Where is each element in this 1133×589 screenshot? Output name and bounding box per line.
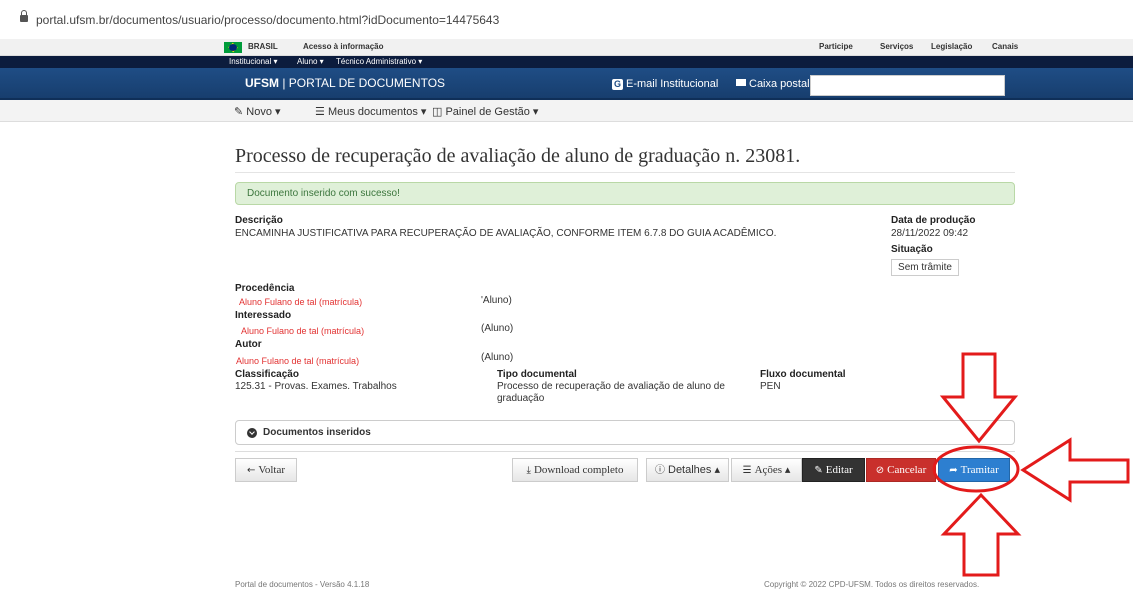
data-producao-value: 28/11/2022 09:42 — [891, 228, 969, 239]
data-producao-label: Data de produção — [891, 215, 976, 226]
panel-label: Documentos inseridos — [263, 427, 371, 438]
classificacao-value: 125.31 - Provas. Exames. Trabalhos — [235, 381, 397, 392]
download-completo-button[interactable]: ⤓ Download completo — [512, 458, 638, 482]
edit-icon: ✎ — [814, 465, 823, 476]
legislacao-link[interactable]: Legislação — [931, 42, 972, 51]
autor-label: Autor — [235, 339, 262, 350]
gov-bar: BRASIL Acesso à informação Participe Ser… — [0, 39, 1133, 56]
situacao-label: Situação — [891, 244, 933, 255]
brasil-link[interactable]: BRASIL — [248, 42, 278, 51]
browser-address-bar[interactable]: portal.ufsm.br/documentos/usuario/proces… — [0, 0, 1133, 30]
interessado-tipo: (Aluno) — [481, 323, 514, 334]
google-icon: G — [612, 79, 623, 90]
descricao-label: Descrição — [235, 215, 283, 226]
acoes-button[interactable]: ☰ Ações ▴ — [731, 458, 802, 482]
actions-divider — [235, 451, 1015, 452]
email-institucional-link[interactable]: G E-mail Institucional — [612, 78, 718, 90]
portal-brand[interactable]: UFSM | PORTAL DE DOCUMENTOS — [245, 76, 445, 90]
canais-link[interactable]: Canais — [992, 42, 1018, 51]
situacao-badge: Sem trâmite — [891, 259, 959, 276]
success-alert: Documento inserido com sucesso! — [235, 182, 1015, 205]
classificacao-label: Classificação — [235, 369, 299, 380]
novo-menu[interactable]: ✎ Novo ▾ — [234, 105, 281, 118]
info-icon: ⓘ — [655, 465, 665, 476]
procedencia-label: Procedência — [235, 283, 295, 294]
list-icon: ☰ — [742, 465, 752, 476]
cancelar-button[interactable]: ⊘ Cancelar — [866, 458, 936, 482]
dashboard-icon: ◫ — [432, 106, 443, 118]
url-text[interactable]: portal.ufsm.br/documentos/usuario/proces… — [36, 13, 499, 27]
portal-header: UFSM | PORTAL DE DOCUMENTOS G E-mail Inst… — [0, 68, 1133, 100]
detalhes-button[interactable]: ⓘ Detalhes ▴ — [646, 458, 729, 482]
caixa-postal-link[interactable]: Caixa postal — [736, 78, 810, 90]
envelope-icon — [736, 79, 746, 86]
download-icon: ⤓ — [526, 465, 531, 476]
left-arrow-annotation — [1020, 437, 1130, 503]
sub-nav: Institucional ▾ Aluno ▾ Técnico Administ… — [0, 56, 1133, 68]
arrow-left-icon: ← — [246, 465, 256, 476]
autor-nome: Aluno Fulano de tal (matrícula) — [236, 356, 360, 366]
editar-button[interactable]: ✎ Editar — [802, 458, 865, 482]
page-title: Processo de recuperação de avaliação de … — [235, 145, 801, 167]
fluxo-documental-label: Fluxo documental — [760, 369, 846, 380]
tramitar-button[interactable]: ➦ Tramitar — [938, 458, 1010, 482]
ban-icon: ⊘ — [875, 465, 885, 476]
interessado-label: Interessado — [235, 310, 292, 321]
procedencia-tipo: 'Aluno) — [481, 295, 512, 306]
brazil-flag-globe — [229, 44, 237, 51]
pencil-icon: ✎ — [234, 106, 244, 118]
tipo-documental-line1: Processo de recuperação de avaliação de … — [497, 381, 725, 392]
footer-copyright: Copyright © 2022 CPD-UFSM. Todos os dire… — [764, 580, 980, 589]
tipo-documental-label: Tipo documental — [497, 369, 577, 380]
footer-version: Portal de documentos - Versão 4.1.18 — [235, 580, 370, 589]
tipo-documental-line2: graduação — [497, 393, 545, 404]
voltar-button[interactable]: ← Voltar — [235, 458, 297, 482]
lock-icon — [20, 10, 28, 22]
interessado-nome: Aluno Fulano de tal (matrícula) — [241, 326, 365, 336]
title-divider — [235, 172, 1015, 173]
list-icon: ☰ — [315, 106, 325, 118]
meus-documentos-menu[interactable]: ☰ Meus documentos ▾ — [315, 105, 426, 118]
documentos-inseridos-panel[interactable]: Documentos inseridos — [235, 420, 1015, 445]
search-input[interactable] — [810, 75, 1005, 96]
procedencia-nome: Aluno Fulano de tal (matrícula) — [239, 297, 363, 307]
share-icon: ➦ — [949, 465, 958, 476]
tecnico-menu[interactable]: Técnico Administrativo ▾ — [336, 57, 422, 66]
autor-tipo: (Aluno) — [481, 352, 514, 363]
painel-gestao-menu[interactable]: ◫ Painel de Gestão ▾ — [432, 105, 538, 118]
acesso-informacao-link[interactable]: Acesso à informação — [303, 42, 383, 51]
fluxo-documental-value: PEN — [760, 381, 781, 392]
descricao-value: ENCAMINHA JUSTIFICATIVA PARA RECUPERAÇÃO… — [235, 228, 777, 239]
up-arrow-annotation — [940, 492, 1022, 577]
main-menu: ✎ Novo ▾ ☰ Meus documentos ▾ ◫ Painel de… — [0, 100, 1133, 122]
institucional-menu[interactable]: Institucional ▾ — [229, 57, 277, 66]
chevron-down-circle-icon — [247, 428, 257, 438]
aluno-menu[interactable]: Aluno ▾ — [297, 57, 324, 66]
participe-link[interactable]: Participe — [819, 42, 853, 51]
servicos-link[interactable]: Serviços — [880, 42, 913, 51]
